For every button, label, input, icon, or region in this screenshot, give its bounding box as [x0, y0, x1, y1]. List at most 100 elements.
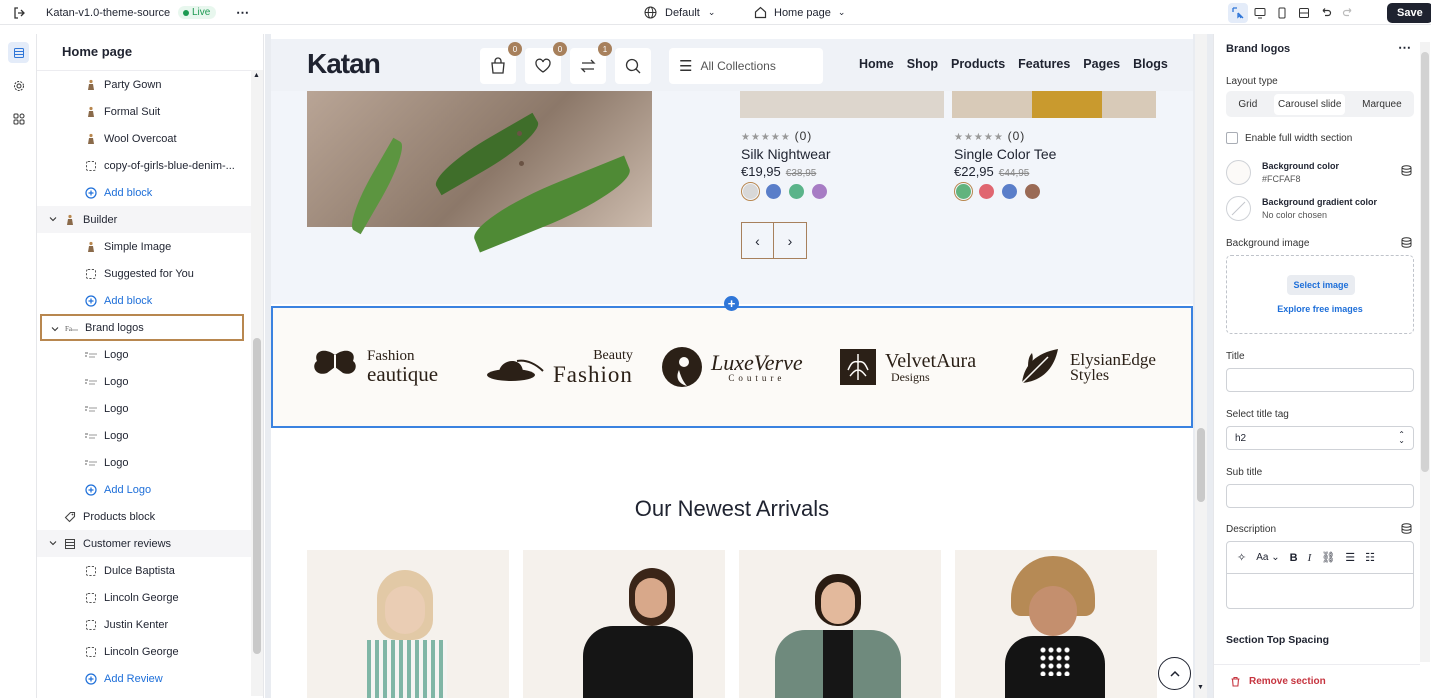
tree-section-item[interactable]: Builder	[37, 206, 251, 233]
compare-button[interactable]: 1	[570, 42, 612, 84]
product-card[interactable]	[739, 550, 941, 698]
bg-color-swatch[interactable]	[1226, 160, 1251, 185]
apps-icon[interactable]	[8, 108, 29, 129]
carousel-prev-button[interactable]: ‹	[741, 222, 774, 259]
layout-option-grid[interactable]: Grid	[1234, 94, 1261, 115]
swatch[interactable]	[812, 184, 827, 199]
nav-blogs[interactable]: Blogs	[1133, 57, 1168, 71]
brand-logo[interactable]: ElysianEdge Styles	[1018, 344, 1156, 390]
swatch[interactable]	[789, 184, 804, 199]
tree-section-item[interactable]: Products block	[37, 503, 251, 530]
nav-shop[interactable]: Shop	[907, 57, 938, 71]
add-block-button[interactable]: Add Review	[37, 665, 251, 692]
desktop-icon[interactable]	[1250, 3, 1270, 23]
subtitle-input[interactable]	[1226, 484, 1414, 508]
tree-section-item[interactable]: Customer reviews	[37, 530, 251, 557]
nav-home[interactable]: Home	[859, 57, 894, 71]
title-input[interactable]	[1226, 368, 1414, 392]
tree-block-item[interactable]: Logo	[37, 341, 251, 368]
tree-block-item[interactable]: Wool Overcoat	[37, 125, 251, 152]
swatch[interactable]	[954, 182, 973, 201]
swatch[interactable]	[766, 184, 781, 199]
tree-block-item[interactable]: Lincoln George	[37, 584, 251, 611]
tree-block-item[interactable]: Logo	[37, 368, 251, 395]
mobile-icon[interactable]	[1272, 3, 1292, 23]
fullscreen-icon[interactable]	[1294, 3, 1314, 23]
canvas-scrollbar[interactable]: ▼	[1195, 34, 1207, 698]
database-icon[interactable]	[1401, 523, 1412, 537]
more-icon[interactable]: ⋯	[1398, 40, 1411, 56]
nav-pages[interactable]: Pages	[1083, 57, 1120, 71]
nav-products[interactable]: Products	[951, 57, 1005, 71]
brand-logos-section[interactable]: Fashion eautique Beauty Fashion LuxeVerve C…	[271, 306, 1193, 428]
full-width-checkbox[interactable]	[1226, 132, 1238, 144]
tree-block-item[interactable]: Logo	[37, 395, 251, 422]
brand-logo[interactable]: Beauty Fashion	[487, 344, 633, 390]
product-card[interactable]	[955, 550, 1157, 698]
tree-block-item[interactable]: Logo	[37, 449, 251, 476]
select-image-button[interactable]: Select image	[1287, 275, 1355, 295]
title-tag-select[interactable]: h2 ⌃ ⌄	[1226, 426, 1414, 450]
chevron-down-icon[interactable]	[50, 324, 60, 334]
add-block-button[interactable]: Add Logo	[37, 476, 251, 503]
template-select[interactable]: Home page ⌄	[754, 0, 845, 25]
database-icon[interactable]	[1401, 237, 1412, 251]
tree-block-item[interactable]: Justin Kenter	[37, 611, 251, 638]
chevron-down-icon[interactable]	[48, 538, 58, 548]
layout-option-marquee[interactable]: Marquee	[1358, 94, 1405, 115]
tree-block-item[interactable]: Dulce Baptista	[37, 557, 251, 584]
tree-block-item[interactable]: Simple Image	[37, 233, 251, 260]
redo-icon[interactable]	[1338, 3, 1358, 23]
collections-menu[interactable]: ☰ All Collections	[669, 48, 823, 84]
more-icon[interactable]: ⋯	[236, 0, 249, 25]
wishlist-button[interactable]: 0	[525, 42, 567, 84]
product-card[interactable]	[523, 550, 725, 698]
swatch[interactable]	[1002, 184, 1017, 199]
link-icon[interactable]: ⛓	[1321, 551, 1335, 564]
brand-logo[interactable]: LuxeVerve Couture	[661, 344, 803, 390]
ai-sparkle-icon[interactable]: ✧	[1237, 551, 1246, 564]
database-icon[interactable]	[1401, 165, 1412, 179]
product-name[interactable]: Silk Nightwear	[741, 146, 830, 162]
tree-block-item[interactable]: Suggested for You	[37, 260, 251, 287]
search-button[interactable]	[615, 48, 651, 84]
cart-button[interactable]: 0	[480, 42, 522, 84]
swatch[interactable]	[741, 182, 760, 201]
tree-block-item[interactable]: Party Gown	[37, 71, 251, 98]
inspector-icon[interactable]	[1228, 2, 1248, 23]
product-image[interactable]	[740, 91, 944, 118]
brand-logo[interactable]: Fashion eautique	[311, 344, 438, 390]
add-block-button[interactable]: Add block	[37, 287, 251, 314]
add-block-button[interactable]: Add block	[37, 179, 251, 206]
font-size-icon[interactable]: Aa ⌄	[1256, 552, 1279, 563]
settings-scrollbar[interactable]	[1420, 42, 1430, 662]
layout-option-carousel[interactable]: Carousel slide	[1274, 93, 1346, 115]
save-button[interactable]: Save	[1387, 2, 1431, 23]
bold-icon[interactable]: B	[1290, 552, 1298, 564]
product-card[interactable]	[307, 550, 509, 698]
tree-section-item[interactable]: Fa Brand logos	[40, 314, 244, 341]
undo-icon[interactable]	[1316, 3, 1336, 23]
italic-icon[interactable]: I	[1308, 552, 1312, 564]
carousel-next-button[interactable]: ›	[774, 222, 807, 259]
tree-block-item[interactable]: Formal Suit	[37, 98, 251, 125]
store-logo[interactable]: Katan	[307, 48, 381, 80]
tree-block-item[interactable]: Logo	[37, 422, 251, 449]
product-name[interactable]: Single Color Tee	[954, 146, 1056, 162]
tree-block-item[interactable]: copy-of-girls-blue-denim-...	[37, 152, 251, 179]
remove-section-button[interactable]: Remove section	[1214, 664, 1420, 698]
sidebar-scrollbar[interactable]: ▲	[251, 70, 263, 696]
brand-logo[interactable]: VelvetAura Designs	[839, 344, 976, 390]
nav-features[interactable]: Features	[1018, 57, 1070, 71]
preset-select[interactable]: Default ⌄	[644, 0, 715, 25]
swatch[interactable]	[979, 184, 994, 199]
bullet-list-icon[interactable]: ☰	[1345, 551, 1355, 564]
add-section-button[interactable]: +	[724, 296, 739, 311]
back-to-top-button[interactable]	[1158, 657, 1191, 690]
swatch[interactable]	[1025, 184, 1040, 199]
sections-icon[interactable]	[8, 42, 29, 63]
explore-images-link[interactable]: Explore free images	[1227, 304, 1413, 314]
settings-gear-icon[interactable]	[8, 75, 29, 96]
bg-gradient-swatch[interactable]	[1226, 196, 1251, 221]
product-image[interactable]	[952, 91, 1156, 118]
